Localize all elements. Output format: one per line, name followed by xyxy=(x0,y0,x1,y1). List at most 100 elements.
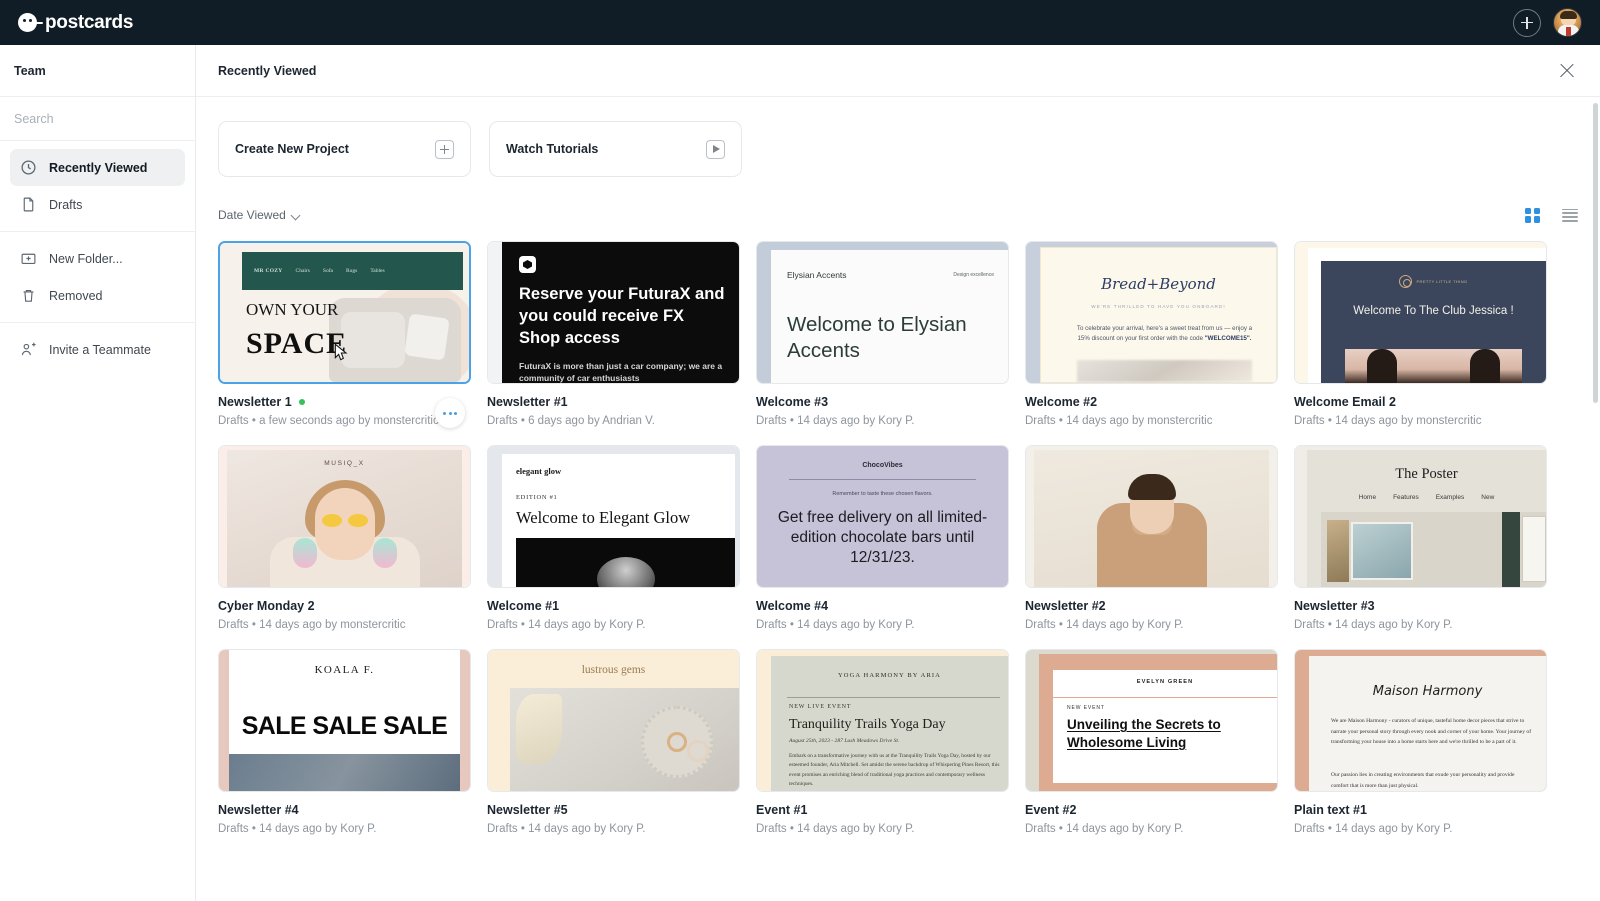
thumb-nav-item: Rugs xyxy=(346,268,358,274)
project-thumbnail[interactable]: The Poster Home Features Examples New xyxy=(1294,445,1547,588)
thumb-heading: Reserve your FuturaX and you could recei… xyxy=(519,285,725,347)
thumb-heading-line1: OWN YOUR xyxy=(246,300,339,319)
mouse-cursor-icon xyxy=(334,343,348,361)
thumb-image xyxy=(516,538,735,587)
brand-logo[interactable]: postcards xyxy=(18,12,133,34)
sidebar-item-label: Recently Viewed xyxy=(49,160,148,175)
thumb-brand: Maison Harmony xyxy=(1372,684,1483,699)
project-card[interactable]: ChocoVibes Remember to taste these chose… xyxy=(756,445,1009,631)
plus-circle-icon[interactable] xyxy=(1513,8,1541,37)
user-plus-icon xyxy=(20,341,37,358)
thumb-brand: elegant glow xyxy=(516,466,562,476)
project-card[interactable]: EVELYN GREEN NEW EVENT Unveiling the Sec… xyxy=(1025,649,1278,835)
card-title: Welcome #1 xyxy=(487,599,560,613)
thumb-kicker: NEW EVENT xyxy=(1067,705,1105,711)
search-input[interactable] xyxy=(14,111,181,126)
divider xyxy=(789,479,976,480)
thumb-logo: PRETTY LITTLE THING xyxy=(1321,275,1546,288)
card-title-row: Newsletter #4 xyxy=(218,803,471,817)
project-card[interactable]: The Poster Home Features Examples New Ne… xyxy=(1294,445,1547,631)
sidebar-item-invite-teammate[interactable]: Invite a Teammate xyxy=(10,331,185,368)
card-title-row: Newsletter #5 xyxy=(487,803,740,817)
thumb-nav: Home Features Examples New xyxy=(1307,494,1546,501)
thumb-image xyxy=(1077,360,1252,382)
close-icon[interactable] xyxy=(1556,60,1578,82)
sidebar-item-new-folder[interactable]: New Folder... xyxy=(10,240,185,277)
sidebar-item-drafts[interactable]: Drafts xyxy=(10,186,185,223)
thumb-brand: EVELYN GREEN xyxy=(1136,679,1194,685)
sidebar-item-recently-viewed[interactable]: Recently Viewed xyxy=(10,149,185,186)
divider xyxy=(787,697,1000,698)
clock-icon xyxy=(20,159,37,176)
thumb-nav-item: New xyxy=(1481,494,1495,501)
thumb-body: FuturaX is more than just a car company;… xyxy=(519,361,723,384)
project-thumbnail[interactable] xyxy=(1025,445,1278,588)
card-title: Event #1 xyxy=(756,803,808,817)
thumb-heading: Welcome to Elysian Accents xyxy=(787,313,967,363)
project-card[interactable]: MR COZY Chairs Sofa Rugs Tables OWN YOUR… xyxy=(218,241,471,428)
project-thumbnail[interactable]: Maison Harmony We are Maison Harmony - c… xyxy=(1294,649,1547,792)
project-thumbnail[interactable]: elegant glow EDITION #1 Welcome to Elega… xyxy=(487,445,740,588)
page-title: Recently Viewed xyxy=(218,63,317,78)
thumb-image xyxy=(1321,512,1546,587)
grid-view-icon[interactable] xyxy=(1525,207,1540,223)
card-meta: Drafts • 14 days ago by Kory P. xyxy=(218,823,377,835)
thumb-image xyxy=(510,688,739,791)
thumb-logo-icon xyxy=(519,256,536,273)
card-meta: Drafts • 14 days ago by monstercritic xyxy=(1025,415,1213,427)
main-header: Recently Viewed xyxy=(196,45,1600,97)
project-card[interactable]: YOGA HARMONY BY ARIA NEW LIVE EVENT Tran… xyxy=(756,649,1009,835)
sidebar-item-label: New Folder... xyxy=(49,251,123,266)
project-thumbnail[interactable]: MUSIQ_X xyxy=(218,445,471,588)
file-icon xyxy=(20,196,37,213)
thumb-heading: Unveiling the Secrets to Wholesome Livin… xyxy=(1067,717,1221,750)
action-label: Create New Project xyxy=(235,142,349,156)
sidebar-group-folders: New Folder... Removed xyxy=(0,232,195,323)
card-meta: Drafts • 14 days ago by Kory P. xyxy=(1294,823,1453,835)
project-card[interactable]: Reserve your FuturaX and you could recei… xyxy=(487,241,740,427)
sidebar-group-invite: Invite a Teammate xyxy=(0,323,195,376)
project-thumbnail[interactable]: YOGA HARMONY BY ARIA NEW LIVE EVENT Tran… xyxy=(756,649,1009,792)
main-body: Create New Project Watch Tutorials Date … xyxy=(196,97,1600,901)
project-card[interactable]: elegant glow EDITION #1 Welcome to Elega… xyxy=(487,445,740,631)
project-card[interactable]: Bread+Beyond WE'RE THRILLED TO HAVE YOU … xyxy=(1025,241,1278,427)
project-card[interactable]: Elysian Accents Design excellence Welcom… xyxy=(756,241,1009,427)
project-thumbnail[interactable]: Elysian Accents Design excellence Welcom… xyxy=(756,241,1009,384)
plus-square-icon xyxy=(435,139,454,159)
project-thumbnail[interactable]: PRETTY LITTLE THING Welcome To The Club … xyxy=(1294,241,1547,384)
live-status-dot xyxy=(298,399,305,405)
divider xyxy=(1053,697,1277,698)
thumb-subhead: Remember to taste these chosen flavors. xyxy=(832,491,933,497)
project-card[interactable]: Maison Harmony We are Maison Harmony - c… xyxy=(1294,649,1547,835)
sidebar-item-removed[interactable]: Removed xyxy=(10,277,185,314)
project-thumbnail[interactable]: Reserve your FuturaX and you could recei… xyxy=(487,241,740,384)
project-card[interactable]: MUSIQ_X Cyber Monday 2 Drafts • 14 days … xyxy=(218,445,471,631)
project-thumbnail[interactable]: KOALA F. SALE SALE SALE xyxy=(218,649,471,792)
project-card[interactable]: PRETTY LITTLE THING Welcome To The Club … xyxy=(1294,241,1547,427)
thumb-image xyxy=(1345,349,1522,383)
project-card[interactable]: Newsletter #2 Drafts • 14 days ago by Ko… xyxy=(1025,445,1278,631)
thumb-image xyxy=(1034,450,1269,587)
view-toggle xyxy=(1525,207,1578,223)
list-view-icon[interactable] xyxy=(1562,208,1578,222)
card-title-row: Event #1 xyxy=(756,803,1009,817)
thumb-edition: EDITION #1 xyxy=(516,494,558,501)
project-thumbnail[interactable]: ChocoVibes Remember to taste these chose… xyxy=(756,445,1009,588)
sort-dropdown[interactable]: Date Viewed xyxy=(218,208,301,222)
vertical-scrollbar[interactable] xyxy=(1593,103,1598,403)
project-card[interactable]: lustrous gems Newsletter #5 Drafts • 14 … xyxy=(487,649,740,835)
project-card[interactable]: KOALA F. SALE SALE SALE Newsletter #4 Dr… xyxy=(218,649,471,835)
watch-tutorials-button[interactable]: Watch Tutorials xyxy=(489,121,742,177)
project-thumbnail[interactable]: Bread+Beyond WE'RE THRILLED TO HAVE YOU … xyxy=(1025,241,1278,384)
thumb-nav-item: Home xyxy=(1358,494,1377,501)
card-meta: Drafts • 6 days ago by Andrian V. xyxy=(487,415,655,427)
avatar[interactable] xyxy=(1553,8,1582,37)
thumb-nav-item: Features xyxy=(1393,494,1419,501)
create-new-project-button[interactable]: Create New Project xyxy=(218,121,471,177)
card-title: Plain text #1 xyxy=(1294,803,1367,817)
thumb-heading: Welcome to Elegant Glow xyxy=(516,508,691,527)
more-options-icon[interactable] xyxy=(435,398,465,428)
project-thumbnail[interactable]: MR COZY Chairs Sofa Rugs Tables OWN YOUR… xyxy=(218,241,471,384)
project-thumbnail[interactable]: lustrous gems xyxy=(487,649,740,792)
project-thumbnail[interactable]: EVELYN GREEN NEW EVENT Unveiling the Sec… xyxy=(1025,649,1278,792)
